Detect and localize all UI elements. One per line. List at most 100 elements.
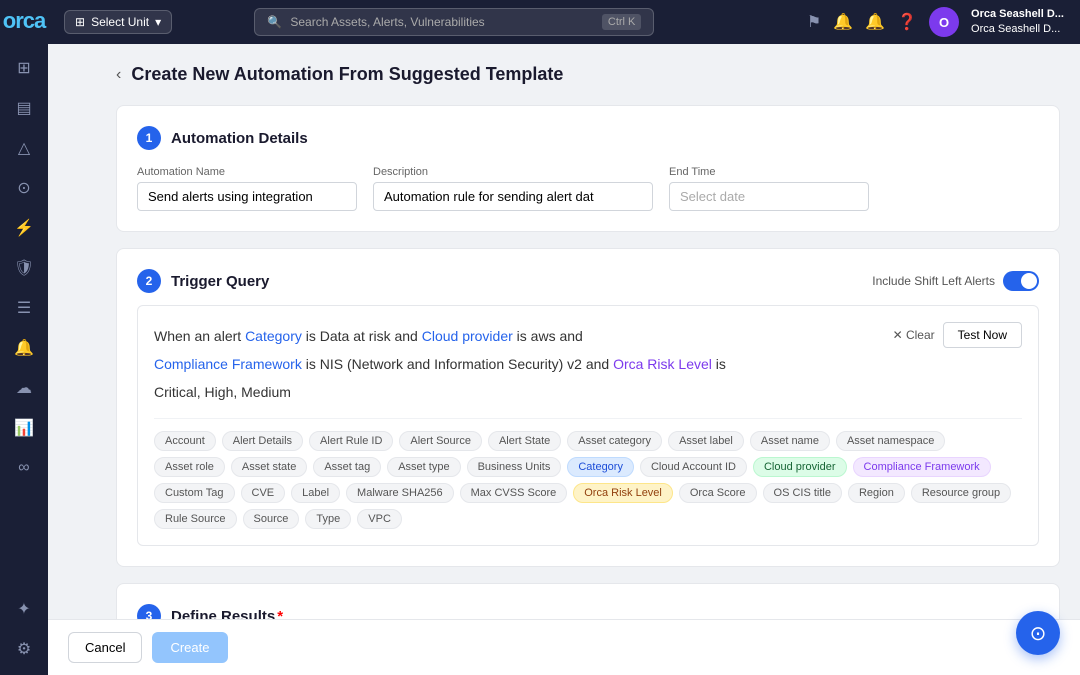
tag-account[interactable]: Account — [154, 431, 216, 451]
tag-region[interactable]: Region — [848, 483, 905, 503]
cloud-provider-link[interactable]: Cloud provider — [422, 328, 513, 344]
endtime-input[interactable] — [669, 182, 869, 211]
compliance-link[interactable]: Compliance Framework — [154, 356, 302, 372]
unit-selector[interactable]: ⊞ Select Unit ▾ — [64, 10, 172, 34]
create-button[interactable]: Create — [152, 632, 227, 663]
tag-cloud-provider[interactable]: Cloud provider — [753, 457, 847, 477]
tag-alert-state[interactable]: Alert State — [488, 431, 561, 451]
query-is1: is — [306, 328, 320, 344]
tag-label[interactable]: Label — [291, 483, 340, 503]
tag-max-cvss-score[interactable]: Max CVSS Score — [460, 483, 568, 503]
fab-button[interactable]: ⊙ — [1016, 611, 1060, 655]
step1-header: 1 Automation Details — [137, 126, 1039, 150]
cancel-button[interactable]: Cancel — [68, 632, 142, 663]
query-is4: is — [716, 356, 726, 372]
step1-badge: 1 — [137, 126, 161, 150]
tag-asset-name[interactable]: Asset name — [750, 431, 830, 451]
sidebar-item-cloud[interactable]: ☁ — [6, 370, 42, 406]
description-label: Description — [373, 166, 653, 178]
endtime-group: End Time — [669, 166, 869, 211]
query-is2: is — [517, 328, 531, 344]
tag-asset-state[interactable]: Asset state — [231, 457, 307, 477]
tag-orca-risk-level[interactable]: Orca Risk Level — [573, 483, 673, 503]
tag-resource-group[interactable]: Resource group — [911, 483, 1011, 503]
toggle-include-shift[interactable] — [1003, 271, 1039, 291]
user-initial: O — [939, 15, 949, 30]
back-button[interactable]: ‹ — [116, 66, 121, 84]
footer: Cancel Create — [48, 619, 1080, 675]
description-input[interactable] — [373, 182, 653, 211]
fab-icon: ⊙ — [1030, 621, 1047, 646]
sidebar: orca ⊞ ▤ △ ⊙ ⚡ 🛡 ☰ 🔔 ☁ 📊 ∞ ✦ ⚙ — [0, 0, 48, 675]
search-bar[interactable]: 🔍 Search Assets, Alerts, Vulnerabilities… — [254, 8, 654, 36]
tag-rule-source[interactable]: Rule Source — [154, 509, 237, 529]
tag-custom-tag[interactable]: Custom Tag — [154, 483, 235, 503]
tag-source[interactable]: Source — [243, 509, 300, 529]
orca-risk-link[interactable]: Orca Risk Level — [613, 356, 712, 372]
automation-name-label: Automation Name — [137, 166, 357, 178]
tag-alert-rule-id[interactable]: Alert Rule ID — [309, 431, 393, 451]
query-prefix: When an alert — [154, 328, 241, 344]
help-icon[interactable]: ❓ — [897, 12, 917, 32]
sidebar-item-bolt[interactable]: ⚡ — [6, 210, 42, 246]
description-group: Description — [373, 166, 653, 211]
query-risk-values: Critical, High, Medium — [154, 384, 291, 400]
step1-title: Automation Details — [171, 130, 308, 147]
sidebar-item-bell[interactable]: 🔔 — [6, 330, 42, 366]
query-data-at-risk: Data at risk — [320, 328, 391, 344]
sidebar-item-alerts[interactable]: △ — [6, 130, 42, 166]
query-and2: and — [559, 328, 582, 344]
sidebar-item-dashboard[interactable]: ▤ — [6, 90, 42, 126]
sidebar-item-chart[interactable]: 📊 — [6, 410, 42, 446]
tag-alert-source[interactable]: Alert Source — [399, 431, 482, 451]
form-row: Automation Name Description End Time — [137, 166, 1039, 211]
automation-name-group: Automation Name — [137, 166, 357, 211]
tag-cve[interactable]: CVE — [241, 483, 286, 503]
sidebar-item-shield[interactable]: 🛡 — [6, 250, 42, 286]
tag-os-cis-title[interactable]: OS CIS title — [763, 483, 842, 503]
query-is3: is — [306, 356, 320, 372]
page-header: ‹ Create New Automation From Suggested T… — [116, 64, 1060, 85]
search-shortcut: Ctrl K — [602, 14, 642, 30]
tag-alert-details[interactable]: Alert Details — [222, 431, 303, 451]
automation-name-input[interactable] — [137, 182, 357, 211]
topbar: ⊞ Select Unit ▾ 🔍 Search Assets, Alerts,… — [48, 0, 1080, 44]
tag-asset-label[interactable]: Asset label — [668, 431, 744, 451]
tag-malware-sha256[interactable]: Malware SHA256 — [346, 483, 454, 503]
sidebar-item-search[interactable]: ⊙ — [6, 170, 42, 206]
trigger-header: 2 Trigger Query Include Shift Left Alert… — [137, 269, 1039, 293]
tag-orca-score[interactable]: Orca Score — [679, 483, 757, 503]
tag-asset-namespace[interactable]: Asset namespace — [836, 431, 945, 451]
topbar-right: ⚑ 🔔 🔔 ❓ O Orca Seashell D... Orca Seashe… — [807, 7, 1064, 38]
tags-area: Account Alert Details Alert Rule ID Alert S… — [154, 418, 1022, 529]
sidebar-item-settings[interactable]: ⚙ — [6, 631, 42, 667]
tag-business-units[interactable]: Business Units — [467, 457, 562, 477]
include-shift-toggle: Include Shift Left Alerts — [872, 271, 1039, 291]
tag-cloud-account-id[interactable]: Cloud Account ID — [640, 457, 747, 477]
sidebar-item-star[interactable]: ✦ — [6, 591, 42, 627]
include-shift-label: Include Shift Left Alerts — [872, 274, 995, 288]
tag-asset-type[interactable]: Asset type — [387, 457, 460, 477]
tag-asset-tag[interactable]: Asset tag — [313, 457, 381, 477]
sidebar-item-grid[interactable]: ⊞ — [6, 50, 42, 86]
sidebar-item-infinity[interactable]: ∞ — [6, 450, 42, 486]
avatar[interactable]: O — [929, 7, 959, 37]
query-text: When an alert Category is Data at risk a… — [154, 322, 1022, 406]
query-nis: NIS (Network and Information Security) v… — [320, 356, 582, 372]
tag-asset-role[interactable]: Asset role — [154, 457, 225, 477]
unit-label: Select Unit — [91, 15, 149, 29]
bell-alert-icon[interactable]: 🔔 — [833, 12, 853, 32]
tag-category[interactable]: Category — [567, 457, 634, 477]
sidebar-item-list[interactable]: ☰ — [6, 290, 42, 326]
main-content: ‹ Create New Automation From Suggested T… — [96, 44, 1080, 675]
query-and1: and — [394, 328, 421, 344]
tag-type[interactable]: Type — [305, 509, 351, 529]
flag-icon[interactable]: ⚑ — [807, 12, 821, 32]
search-icon: 🔍 — [267, 15, 282, 29]
query-box: ✕ Clear Test Now When an alert Category … — [137, 305, 1039, 546]
tag-compliance-framework[interactable]: Compliance Framework — [853, 457, 991, 477]
notification-icon[interactable]: 🔔 — [865, 12, 885, 32]
category-link[interactable]: Category — [245, 328, 302, 344]
tag-asset-category[interactable]: Asset category — [567, 431, 662, 451]
tag-vpc[interactable]: VPC — [357, 509, 402, 529]
